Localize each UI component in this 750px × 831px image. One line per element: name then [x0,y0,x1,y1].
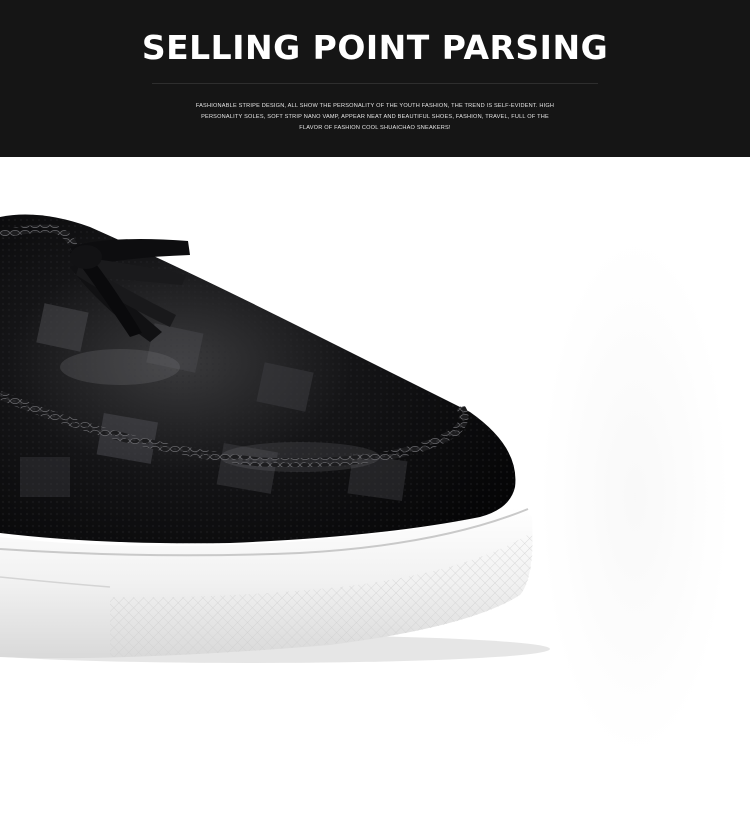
banner-description: FASHIONABLE STRIPE DESIGN, ALL SHOW THE … [195,103,555,131]
banner-title: SELLING POINT PARSING [141,28,609,67]
header-banner: SELLING POINT PARSING FASHIONABLE STRIPE… [0,0,750,157]
banner-divider [152,83,598,84]
shoe-illustration [0,157,750,831]
product-photo [0,157,750,831]
